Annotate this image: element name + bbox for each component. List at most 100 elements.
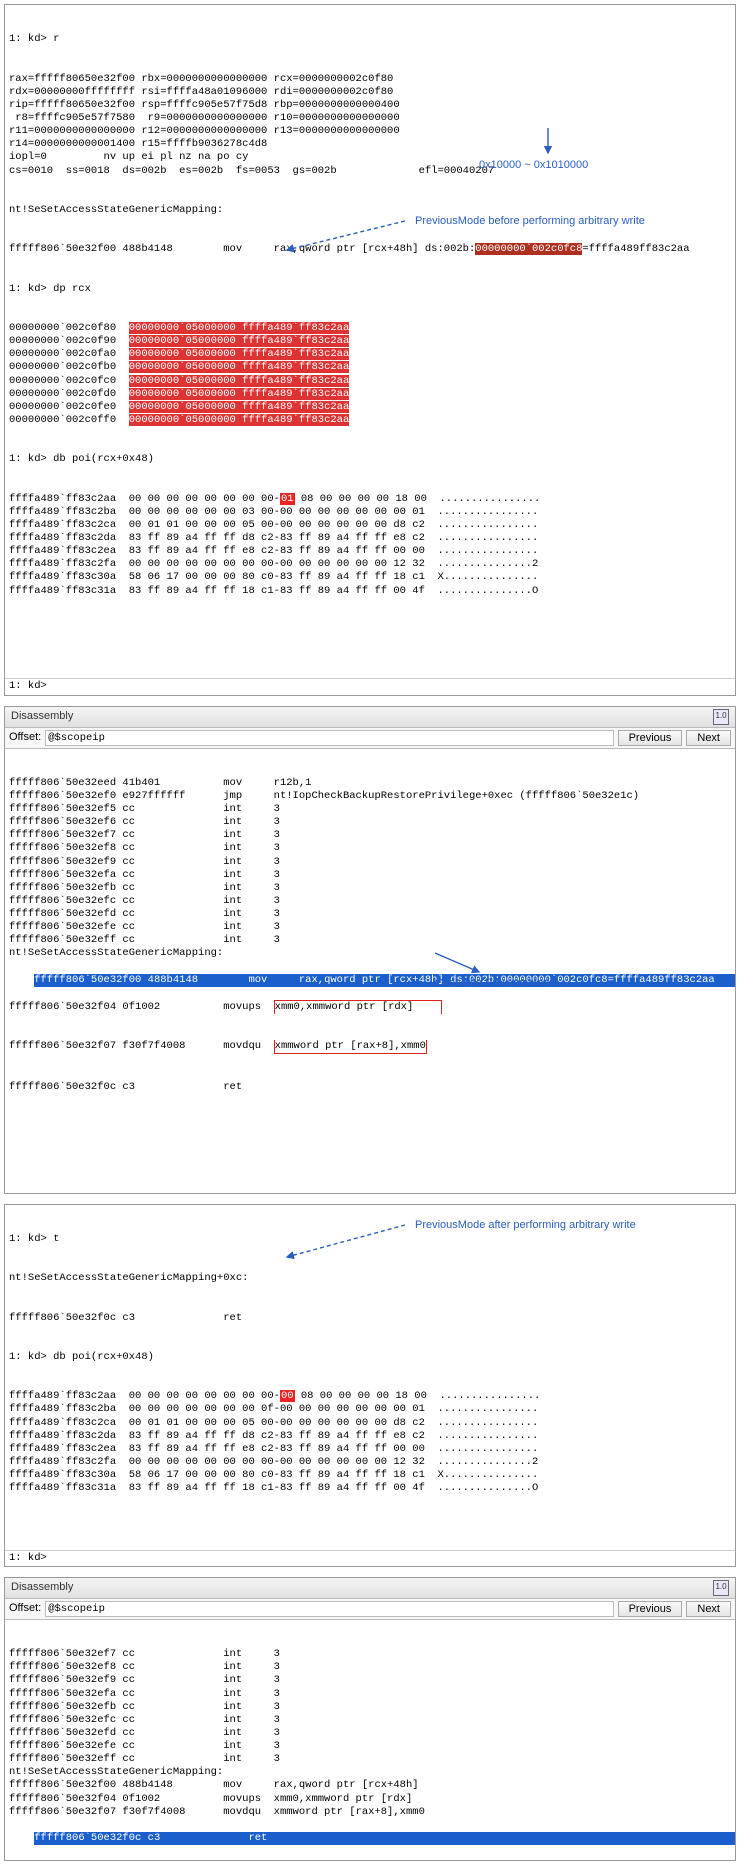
- heap-spray-value: 00000000`05000000 ffffa489`ff83c2aa: [129, 322, 350, 334]
- cmd-t: 1: kd> t: [9, 1233, 731, 1246]
- db-row: ffffa489`ff83c2ca 00 01 01 00 00 00 05 0…: [9, 1417, 731, 1430]
- dp-row: 00000000`002c0fd0 00000000`05000000 ffff…: [9, 388, 731, 401]
- db-row: ffffa489`ff83c2aa 00 00 00 00 00 00 00 0…: [9, 493, 731, 506]
- highlight-address: 00000000`002c0fc8: [475, 243, 582, 255]
- disasm-line: fffff806`50e32efe cc int 3: [9, 1740, 731, 1753]
- disasm-line: fffff806`50e32f00 488b4148 mov rax,qword…: [9, 1779, 731, 1792]
- kd-output-content-1[interactable]: 1: kd> r rax=fffff80650e32f00 rbx=000000…: [5, 5, 735, 678]
- disasm-line: fffff806`50e32eed 41b401 mov r12b,1: [9, 777, 731, 790]
- disasm-line: fffff806`50e32ef9 cc int 3: [9, 856, 731, 869]
- db-row: ffffa489`ff83c30a 58 06 17 00 00 00 80 c…: [9, 1469, 731, 1482]
- symbol-label: nt!SeSetAccessStateGenericMapping+0xc:: [9, 1272, 731, 1285]
- annotation-prevmode-before: PreviousMode before performing arbitrary…: [415, 215, 645, 229]
- cmd-db-2: 1: kd> db poi(rcx+0x48): [9, 1351, 731, 1364]
- disasm-line: fffff806`50e32efa cc int 3: [9, 869, 731, 882]
- next-button[interactable]: Next: [686, 1601, 731, 1617]
- dp-row: 00000000`002c0f90 00000000`05000000 ffff…: [9, 335, 731, 348]
- disasm-line: nt!SeSetAccessStateGenericMapping:: [9, 947, 731, 960]
- disasm-line: fffff806`50e32efc cc int 3: [9, 1714, 731, 1727]
- db-row: ffffa489`ff83c2aa 00 00 00 00 00 00 00 0…: [9, 1390, 731, 1403]
- disasm-current-line: fffff806`50e32f0c c3 ret: [34, 1832, 735, 1845]
- db-row: ffffa489`ff83c2fa 00 00 00 00 00 00 00 0…: [9, 558, 731, 571]
- heap-spray-value: 00000000`05000000 ffffa489`ff83c2aa: [129, 361, 350, 373]
- annotation-prevmode-after: PreviousMode after performing arbitrary …: [415, 1219, 636, 1233]
- heap-spray-value: 00000000`05000000 ffffa489`ff83c2aa: [129, 348, 350, 360]
- next-button[interactable]: Next: [686, 730, 731, 746]
- heap-spray-value: 00000000`05000000 ffffa489`ff83c2aa: [129, 388, 350, 400]
- disasm-line: fffff806`50e32efe cc int 3: [9, 921, 731, 934]
- db-row: ffffa489`ff83c2ea 83 ff 89 a4 ff ff e8 c…: [9, 545, 731, 558]
- kd-input-1[interactable]: 1: kd>: [5, 678, 735, 694]
- db-row: ffffa489`ff83c2ea 83 ff 89 a4 ff ff e8 c…: [9, 1443, 731, 1456]
- disasm-line: fffff806`50e32ef9 cc int 3: [9, 1674, 731, 1687]
- highlight-box: xmmword ptr [rax+8],xmm0: [274, 1040, 427, 1054]
- prev-button[interactable]: Previous: [618, 730, 683, 746]
- disasm-line: fffff806`50e32f04 0f1002 movups xmm0,xmm…: [9, 1793, 731, 1806]
- io-icon[interactable]: 1.0: [713, 1580, 729, 1596]
- disasm-line: fffff806`50e32f0c c3 ret: [9, 1312, 731, 1325]
- db-row: ffffa489`ff83c2ca 00 01 01 00 00 00 05 0…: [9, 519, 731, 532]
- disasm-line: fffff806`50e32f00 488b4148 mov rax,qword…: [9, 243, 731, 256]
- heap-spray-value: 00000000`05000000 ffffa489`ff83c2aa: [129, 335, 350, 347]
- disasm-line: fffff806`50e32eff cc int 3: [9, 934, 731, 947]
- db-row: ffffa489`ff83c2da 83 ff 89 a4 ff ff d8 c…: [9, 532, 731, 545]
- annotation-overwrite: Overwrite PreviousMode: [435, 977, 555, 991]
- db-row: ffffa489`ff83c31a 83 ff 89 a4 ff ff 18 c…: [9, 585, 731, 598]
- annotation-range: 0x10000 ~ 0x1010000: [479, 159, 588, 173]
- disasm-line: fffff806`50e32ef8 cc int 3: [9, 842, 731, 855]
- panel-title: Disassembly: [11, 1581, 73, 1595]
- offset-label: Offset:: [9, 731, 41, 745]
- cmd-db-1: 1: kd> db poi(rcx+0x48): [9, 453, 731, 466]
- disasm-line: nt!SeSetAccessStateGenericMapping:: [9, 1766, 731, 1779]
- disasm-line: fffff806`50e32f07 f30f7f4008 movdqu xmmw…: [9, 1806, 731, 1819]
- disasm-line: fffff806`50e32f07 f30f7f4008 movdqu xmmw…: [9, 1040, 731, 1054]
- disasm-line: fffff806`50e32efc cc int 3: [9, 895, 731, 908]
- panel-title: Disassembly: [11, 710, 73, 724]
- cmd-dp: 1: kd> dp rcx: [9, 283, 731, 296]
- offset-input[interactable]: [45, 730, 613, 746]
- kd-output-content-2[interactable]: 1: kd> t nt!SeSetAccessStateGenericMappi…: [5, 1205, 735, 1550]
- dp-row: 00000000`002c0fc0 00000000`05000000 ffff…: [9, 375, 731, 388]
- disasm-line: fffff806`50e32ef5 cc int 3: [9, 803, 731, 816]
- db-row: ffffa489`ff83c2ba 00 00 00 00 00 00 03 0…: [9, 506, 731, 519]
- io-icon[interactable]: 1.0: [713, 709, 729, 725]
- db-row: ffffa489`ff83c2ba 00 00 00 00 00 00 00 0…: [9, 1403, 731, 1416]
- disasm-line: fffff806`50e32efd cc int 3: [9, 908, 731, 921]
- offset-label: Offset:: [9, 1602, 41, 1616]
- disasm-line: fffff806`50e32f04 0f1002 movups xmm0,xmm…: [9, 1000, 731, 1014]
- highlight-byte: 01: [280, 493, 295, 505]
- kd-input-2[interactable]: 1: kd>: [5, 1550, 735, 1566]
- heap-spray-value: 00000000`05000000 ffffa489`ff83c2aa: [129, 375, 350, 387]
- disasm-line: fffff806`50e32ef7 cc int 3: [9, 1648, 731, 1661]
- highlight-box: xmm0,xmmword ptr [rdx]: [274, 1000, 443, 1014]
- dp-row: 00000000`002c0fb0 00000000`05000000 ffff…: [9, 361, 731, 374]
- disasm-line: fffff806`50e32ef7 cc int 3: [9, 829, 731, 842]
- kd-output-panel-2: 1: kd> t nt!SeSetAccessStateGenericMappi…: [4, 1204, 736, 1567]
- cmd-r: 1: kd> r: [9, 33, 731, 46]
- disassembly-panel-1: Disassembly 1.0 Offset: Previous Next ff…: [4, 706, 736, 1194]
- heap-spray-value: 00000000`05000000 ffffa489`ff83c2aa: [129, 401, 350, 413]
- db-row: ffffa489`ff83c2da 83 ff 89 a4 ff ff d8 c…: [9, 1430, 731, 1443]
- disasm-line: fffff806`50e32eff cc int 3: [9, 1753, 731, 1766]
- disasm-line: fffff806`50e32efd cc int 3: [9, 1727, 731, 1740]
- db-row: ffffa489`ff83c2fa 00 00 00 00 00 00 00 0…: [9, 1456, 731, 1469]
- disassembly-panel-2: Disassembly 1.0 Offset: Previous Next ff…: [4, 1577, 736, 1861]
- disasm-line: fffff806`50e32efb cc int 3: [9, 1701, 731, 1714]
- disasm-line: fffff806`50e32ef6 cc int 3: [9, 816, 731, 829]
- heap-spray-value: 00000000`05000000 ffffa489`ff83c2aa: [129, 414, 350, 426]
- disasm-content-1[interactable]: fffff806`50e32eed 41b401 mov r12b,1 fffff…: [5, 749, 735, 1193]
- dp-row: 00000000`002c0f80 00000000`05000000 ffff…: [9, 322, 731, 335]
- dp-row: 00000000`002c0ff0 00000000`05000000 ffff…: [9, 414, 731, 427]
- highlight-byte: 00: [280, 1390, 295, 1402]
- db-row: ffffa489`ff83c31a 83 ff 89 a4 ff ff 18 c…: [9, 1482, 731, 1495]
- disasm-current-line: fffff806`50e32f00 488b4148 mov rax,qword…: [34, 974, 735, 987]
- disasm-line: fffff806`50e32efa cc int 3: [9, 1688, 731, 1701]
- dp-row: 00000000`002c0fa0 00000000`05000000 ffff…: [9, 348, 731, 361]
- disasm-line: fffff806`50e32efb cc int 3: [9, 882, 731, 895]
- disasm-content-2[interactable]: fffff806`50e32ef7 cc int 3fffff806`50e32…: [5, 1620, 735, 1860]
- registers-dump: rax=fffff80650e32f00 rbx=000000000000000…: [9, 73, 731, 178]
- prev-button[interactable]: Previous: [618, 1601, 683, 1617]
- offset-input[interactable]: [45, 1601, 613, 1617]
- disasm-line: fffff806`50e32ef8 cc int 3: [9, 1661, 731, 1674]
- db-row: ffffa489`ff83c30a 58 06 17 00 00 00 80 c…: [9, 571, 731, 584]
